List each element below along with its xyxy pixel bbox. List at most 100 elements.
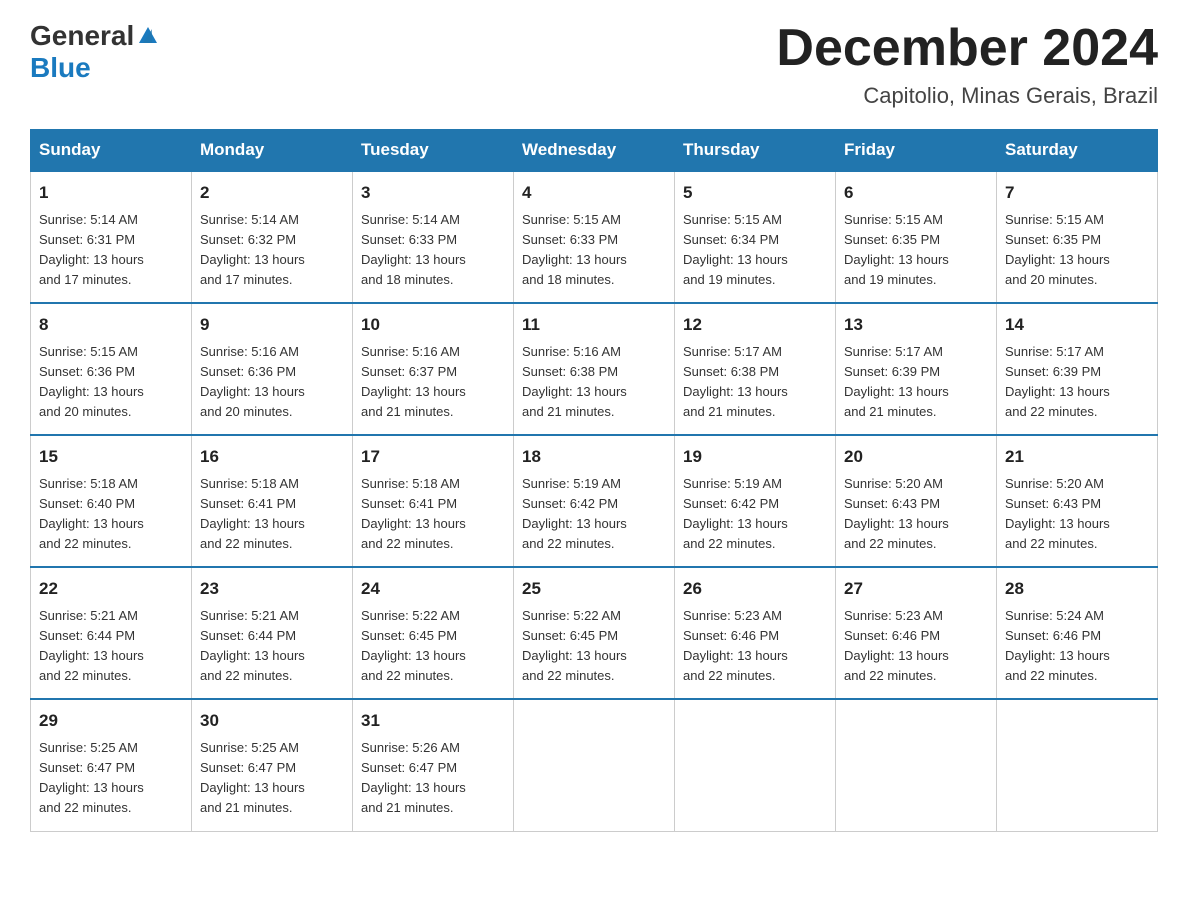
- day-number: 28: [1005, 576, 1149, 602]
- calendar-header-row: Sunday Monday Tuesday Wednesday Thursday…: [31, 130, 1158, 172]
- day-info: Sunrise: 5:20 AMSunset: 6:43 PMDaylight:…: [1005, 476, 1110, 551]
- calendar-cell: 29 Sunrise: 5:25 AMSunset: 6:47 PMDaylig…: [31, 699, 192, 831]
- day-info: Sunrise: 5:21 AMSunset: 6:44 PMDaylight:…: [39, 608, 144, 683]
- day-info: Sunrise: 5:15 AMSunset: 6:35 PMDaylight:…: [844, 212, 949, 287]
- day-number: 26: [683, 576, 827, 602]
- day-info: Sunrise: 5:15 AMSunset: 6:34 PMDaylight:…: [683, 212, 788, 287]
- day-number: 10: [361, 312, 505, 338]
- calendar-cell: [836, 699, 997, 831]
- page-header: General Blue December 2024 Capitolio, Mi…: [30, 20, 1158, 109]
- calendar-cell: 30 Sunrise: 5:25 AMSunset: 6:47 PMDaylig…: [192, 699, 353, 831]
- header-wednesday: Wednesday: [514, 130, 675, 172]
- day-number: 11: [522, 312, 666, 338]
- logo: General Blue: [30, 20, 160, 84]
- calendar-cell: 17 Sunrise: 5:18 AMSunset: 6:41 PMDaylig…: [353, 435, 514, 567]
- day-number: 20: [844, 444, 988, 470]
- day-number: 1: [39, 180, 183, 206]
- calendar-cell: 4 Sunrise: 5:15 AMSunset: 6:33 PMDayligh…: [514, 171, 675, 303]
- calendar-cell: 12 Sunrise: 5:17 AMSunset: 6:38 PMDaylig…: [675, 303, 836, 435]
- day-info: Sunrise: 5:21 AMSunset: 6:44 PMDaylight:…: [200, 608, 305, 683]
- calendar-cell: 19 Sunrise: 5:19 AMSunset: 6:42 PMDaylig…: [675, 435, 836, 567]
- calendar-table: Sunday Monday Tuesday Wednesday Thursday…: [30, 129, 1158, 831]
- day-info: Sunrise: 5:14 AMSunset: 6:33 PMDaylight:…: [361, 212, 466, 287]
- logo-icon: [136, 25, 160, 47]
- calendar-cell: [514, 699, 675, 831]
- day-info: Sunrise: 5:20 AMSunset: 6:43 PMDaylight:…: [844, 476, 949, 551]
- day-info: Sunrise: 5:22 AMSunset: 6:45 PMDaylight:…: [361, 608, 466, 683]
- day-info: Sunrise: 5:17 AMSunset: 6:38 PMDaylight:…: [683, 344, 788, 419]
- day-number: 27: [844, 576, 988, 602]
- calendar-cell: 15 Sunrise: 5:18 AMSunset: 6:40 PMDaylig…: [31, 435, 192, 567]
- day-number: 15: [39, 444, 183, 470]
- calendar-cell: 9 Sunrise: 5:16 AMSunset: 6:36 PMDayligh…: [192, 303, 353, 435]
- header-saturday: Saturday: [997, 130, 1158, 172]
- calendar-cell: 22 Sunrise: 5:21 AMSunset: 6:44 PMDaylig…: [31, 567, 192, 699]
- day-number: 25: [522, 576, 666, 602]
- day-info: Sunrise: 5:14 AMSunset: 6:32 PMDaylight:…: [200, 212, 305, 287]
- day-info: Sunrise: 5:16 AMSunset: 6:37 PMDaylight:…: [361, 344, 466, 419]
- calendar-cell: 24 Sunrise: 5:22 AMSunset: 6:45 PMDaylig…: [353, 567, 514, 699]
- day-number: 6: [844, 180, 988, 206]
- calendar-cell: 3 Sunrise: 5:14 AMSunset: 6:33 PMDayligh…: [353, 171, 514, 303]
- day-number: 3: [361, 180, 505, 206]
- calendar-cell: 13 Sunrise: 5:17 AMSunset: 6:39 PMDaylig…: [836, 303, 997, 435]
- day-info: Sunrise: 5:16 AMSunset: 6:36 PMDaylight:…: [200, 344, 305, 419]
- calendar-week-row: 15 Sunrise: 5:18 AMSunset: 6:40 PMDaylig…: [31, 435, 1158, 567]
- calendar-cell: 10 Sunrise: 5:16 AMSunset: 6:37 PMDaylig…: [353, 303, 514, 435]
- day-info: Sunrise: 5:22 AMSunset: 6:45 PMDaylight:…: [522, 608, 627, 683]
- calendar-cell: 2 Sunrise: 5:14 AMSunset: 6:32 PMDayligh…: [192, 171, 353, 303]
- calendar-cell: 8 Sunrise: 5:15 AMSunset: 6:36 PMDayligh…: [31, 303, 192, 435]
- day-info: Sunrise: 5:25 AMSunset: 6:47 PMDaylight:…: [39, 740, 144, 815]
- day-number: 5: [683, 180, 827, 206]
- day-number: 19: [683, 444, 827, 470]
- calendar-cell: 5 Sunrise: 5:15 AMSunset: 6:34 PMDayligh…: [675, 171, 836, 303]
- calendar-cell: 26 Sunrise: 5:23 AMSunset: 6:46 PMDaylig…: [675, 567, 836, 699]
- logo-blue-text: Blue: [30, 52, 91, 84]
- calendar-cell: [997, 699, 1158, 831]
- calendar-cell: 28 Sunrise: 5:24 AMSunset: 6:46 PMDaylig…: [997, 567, 1158, 699]
- header-monday: Monday: [192, 130, 353, 172]
- day-number: 7: [1005, 180, 1149, 206]
- day-info: Sunrise: 5:17 AMSunset: 6:39 PMDaylight:…: [844, 344, 949, 419]
- day-info: Sunrise: 5:26 AMSunset: 6:47 PMDaylight:…: [361, 740, 466, 815]
- title-block: December 2024 Capitolio, Minas Gerais, B…: [776, 20, 1158, 109]
- header-tuesday: Tuesday: [353, 130, 514, 172]
- day-number: 9: [200, 312, 344, 338]
- day-number: 30: [200, 708, 344, 734]
- day-info: Sunrise: 5:18 AMSunset: 6:40 PMDaylight:…: [39, 476, 144, 551]
- day-info: Sunrise: 5:17 AMSunset: 6:39 PMDaylight:…: [1005, 344, 1110, 419]
- calendar-week-row: 22 Sunrise: 5:21 AMSunset: 6:44 PMDaylig…: [31, 567, 1158, 699]
- day-number: 18: [522, 444, 666, 470]
- day-number: 29: [39, 708, 183, 734]
- day-number: 17: [361, 444, 505, 470]
- day-info: Sunrise: 5:19 AMSunset: 6:42 PMDaylight:…: [522, 476, 627, 551]
- day-number: 8: [39, 312, 183, 338]
- calendar-cell: 14 Sunrise: 5:17 AMSunset: 6:39 PMDaylig…: [997, 303, 1158, 435]
- day-number: 21: [1005, 444, 1149, 470]
- calendar-cell: 20 Sunrise: 5:20 AMSunset: 6:43 PMDaylig…: [836, 435, 997, 567]
- calendar-cell: 27 Sunrise: 5:23 AMSunset: 6:46 PMDaylig…: [836, 567, 997, 699]
- header-friday: Friday: [836, 130, 997, 172]
- header-thursday: Thursday: [675, 130, 836, 172]
- location-subtitle: Capitolio, Minas Gerais, Brazil: [776, 83, 1158, 109]
- calendar-cell: [675, 699, 836, 831]
- day-info: Sunrise: 5:18 AMSunset: 6:41 PMDaylight:…: [200, 476, 305, 551]
- calendar-cell: 23 Sunrise: 5:21 AMSunset: 6:44 PMDaylig…: [192, 567, 353, 699]
- calendar-cell: 1 Sunrise: 5:14 AMSunset: 6:31 PMDayligh…: [31, 171, 192, 303]
- calendar-cell: 7 Sunrise: 5:15 AMSunset: 6:35 PMDayligh…: [997, 171, 1158, 303]
- calendar-week-row: 29 Sunrise: 5:25 AMSunset: 6:47 PMDaylig…: [31, 699, 1158, 831]
- header-sunday: Sunday: [31, 130, 192, 172]
- day-number: 22: [39, 576, 183, 602]
- day-number: 2: [200, 180, 344, 206]
- day-info: Sunrise: 5:25 AMSunset: 6:47 PMDaylight:…: [200, 740, 305, 815]
- calendar-week-row: 1 Sunrise: 5:14 AMSunset: 6:31 PMDayligh…: [31, 171, 1158, 303]
- day-info: Sunrise: 5:24 AMSunset: 6:46 PMDaylight:…: [1005, 608, 1110, 683]
- day-info: Sunrise: 5:15 AMSunset: 6:33 PMDaylight:…: [522, 212, 627, 287]
- calendar-cell: 31 Sunrise: 5:26 AMSunset: 6:47 PMDaylig…: [353, 699, 514, 831]
- month-title: December 2024: [776, 20, 1158, 77]
- day-number: 4: [522, 180, 666, 206]
- calendar-cell: 18 Sunrise: 5:19 AMSunset: 6:42 PMDaylig…: [514, 435, 675, 567]
- logo-general-text: General: [30, 20, 134, 52]
- day-number: 31: [361, 708, 505, 734]
- day-info: Sunrise: 5:23 AMSunset: 6:46 PMDaylight:…: [844, 608, 949, 683]
